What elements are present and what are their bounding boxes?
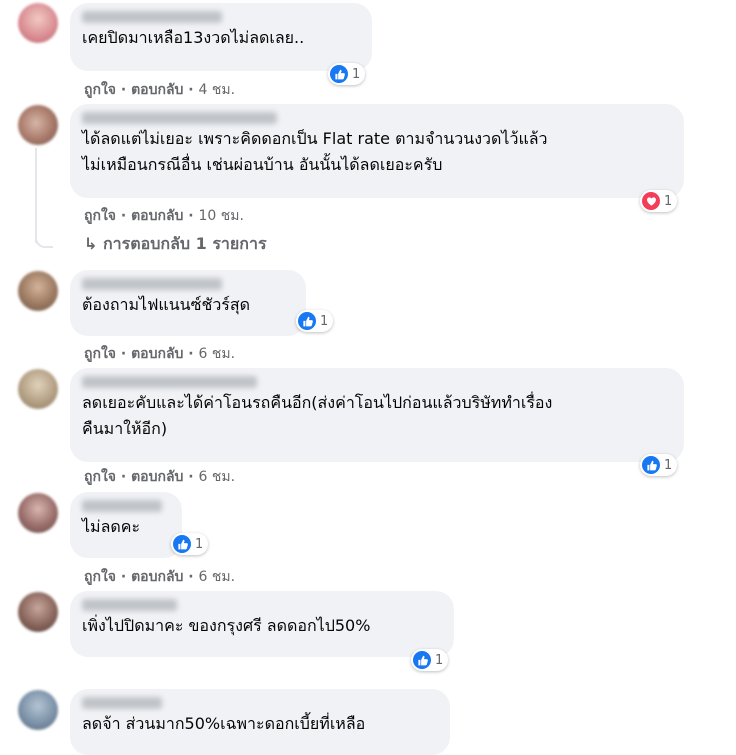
comment-text: ต้องถามไฟแนนซ์ชัวร์สุด	[82, 295, 251, 314]
reply-connector	[35, 236, 53, 248]
avatar[interactable]	[18, 493, 58, 533]
separator: ·	[120, 346, 127, 362]
like-icon	[173, 535, 191, 553]
comment-text: ลดจ้า ส่วนมาก50%เฉพาะดอกเบี้ยที่เหลือ	[82, 714, 366, 733]
comment-bubble: ได้ลดแต่ไม่เยอะ เพราะคิดดอกเป็น Flat rat…	[70, 104, 684, 198]
like-link[interactable]: ถูกใจ	[84, 569, 116, 585]
comment-text: เคยปิดมาเหลือ13งวดไม่ลดเลย..	[82, 28, 305, 47]
comment-text: ไม่เหมือนกรณีอื่น เช่นผ่อนบ้าน อันนั้นได…	[82, 155, 443, 174]
commenter-name[interactable]	[82, 697, 162, 709]
reaction-count: 1	[195, 536, 204, 552]
avatar[interactable]	[18, 690, 58, 730]
like-link[interactable]: ถูกใจ	[84, 208, 116, 224]
comment-actions: ถูกใจ · ตอบกลับ · 6 ชม.	[84, 566, 235, 588]
thread-line	[35, 148, 37, 243]
separator: ·	[188, 82, 194, 98]
avatar[interactable]	[18, 369, 58, 409]
reaction-badge[interactable]: 1	[411, 649, 449, 671]
comment-text: คืนมาให้อีก)	[82, 419, 168, 438]
like-icon	[298, 312, 316, 330]
avatar[interactable]	[18, 271, 58, 311]
reaction-count: 1	[352, 66, 361, 82]
commenter-name[interactable]	[82, 500, 162, 512]
like-icon	[330, 65, 348, 83]
separator: ·	[120, 82, 127, 98]
avatar[interactable]	[18, 3, 58, 43]
comment-bubble: ไม่ลดคะ	[70, 492, 182, 558]
reaction-badge[interactable]: 1	[171, 533, 209, 555]
separator: ·	[188, 208, 194, 224]
commenter-name[interactable]	[82, 599, 177, 611]
like-icon	[642, 456, 660, 474]
commenter-name[interactable]	[82, 11, 222, 23]
separator: ·	[188, 346, 194, 362]
comment-bubble: ลดจ้า ส่วนมาก50%เฉพาะดอกเบี้ยที่เหลือ	[70, 689, 450, 755]
like-icon	[413, 651, 431, 669]
reply-link[interactable]: ตอบกลับ	[131, 82, 183, 98]
commenter-name[interactable]	[82, 278, 222, 290]
reaction-count: 1	[435, 652, 444, 668]
reply-link[interactable]: ตอบกลับ	[131, 569, 183, 585]
timestamp[interactable]: 6 ชม.	[199, 469, 236, 485]
reaction-count: 1	[664, 193, 673, 209]
reaction-badge[interactable]: 1	[640, 454, 678, 476]
timestamp[interactable]: 6 ชม.	[199, 346, 236, 362]
reply-link[interactable]: ตอบกลับ	[131, 346, 183, 362]
love-icon	[642, 192, 660, 210]
comment-bubble: เคยปิดมาเหลือ13งวดไม่ลดเลย..	[70, 3, 372, 71]
comment-actions: ถูกใจ · ตอบกลับ · 6 ชม.	[84, 466, 235, 488]
reply-link[interactable]: ตอบกลับ	[131, 469, 183, 485]
comment-text: ไม่ลดคะ	[82, 517, 141, 536]
comment-text: เพิ่งไปปิดมาคะ ของกรุงศรี ลดดอกไป50%	[82, 616, 371, 635]
comment-actions: ถูกใจ · ตอบกลับ · 6 ชม.	[84, 343, 235, 365]
like-link[interactable]: ถูกใจ	[84, 82, 116, 98]
timestamp[interactable]: 6 ชม.	[199, 569, 236, 585]
comment-bubble: ลดเยอะคับและได้ค่าโอนรถคืนอีก(ส่งค่าโอนไ…	[70, 368, 684, 462]
comment-actions: ถูกใจ · ตอบกลับ · 10 ชม.	[84, 205, 244, 227]
reaction-count: 1	[320, 313, 329, 329]
comment-bubble: เพิ่งไปปิดมาคะ ของกรุงศรี ลดดอกไป50%	[70, 591, 454, 657]
timestamp[interactable]: 4 ชม.	[199, 82, 236, 98]
comment-text: ได้ลดแต่ไม่เยอะ เพราะคิดดอกเป็น Flat rat…	[82, 129, 548, 148]
avatar[interactable]	[18, 105, 58, 145]
separator: ·	[188, 569, 194, 585]
commenter-name[interactable]	[82, 112, 277, 124]
reply-link[interactable]: ตอบกลับ	[131, 208, 183, 224]
reaction-count: 1	[664, 457, 673, 473]
separator: ·	[120, 569, 127, 585]
comment-bubble: ต้องถามไฟแนนซ์ชัวร์สุด	[70, 270, 306, 336]
reaction-badge[interactable]: 1	[296, 310, 334, 332]
timestamp[interactable]: 10 ชม.	[199, 208, 244, 224]
like-link[interactable]: ถูกใจ	[84, 469, 116, 485]
separator: ·	[188, 469, 194, 485]
avatar[interactable]	[18, 592, 58, 632]
separator: ·	[120, 469, 127, 485]
reaction-badge[interactable]: 1	[640, 190, 678, 212]
reaction-badge[interactable]: 1	[328, 63, 366, 85]
comment-text: ลดเยอะคับและได้ค่าโอนรถคืนอีก(ส่งค่าโอนไ…	[82, 393, 553, 412]
separator: ·	[120, 208, 127, 224]
view-replies-link[interactable]: ↳ การตอบกลับ 1 รายการ	[84, 232, 267, 257]
commenter-name[interactable]	[82, 376, 257, 388]
comment-actions: ถูกใจ · ตอบกลับ · 4 ชม.	[84, 79, 235, 101]
like-link[interactable]: ถูกใจ	[84, 346, 116, 362]
